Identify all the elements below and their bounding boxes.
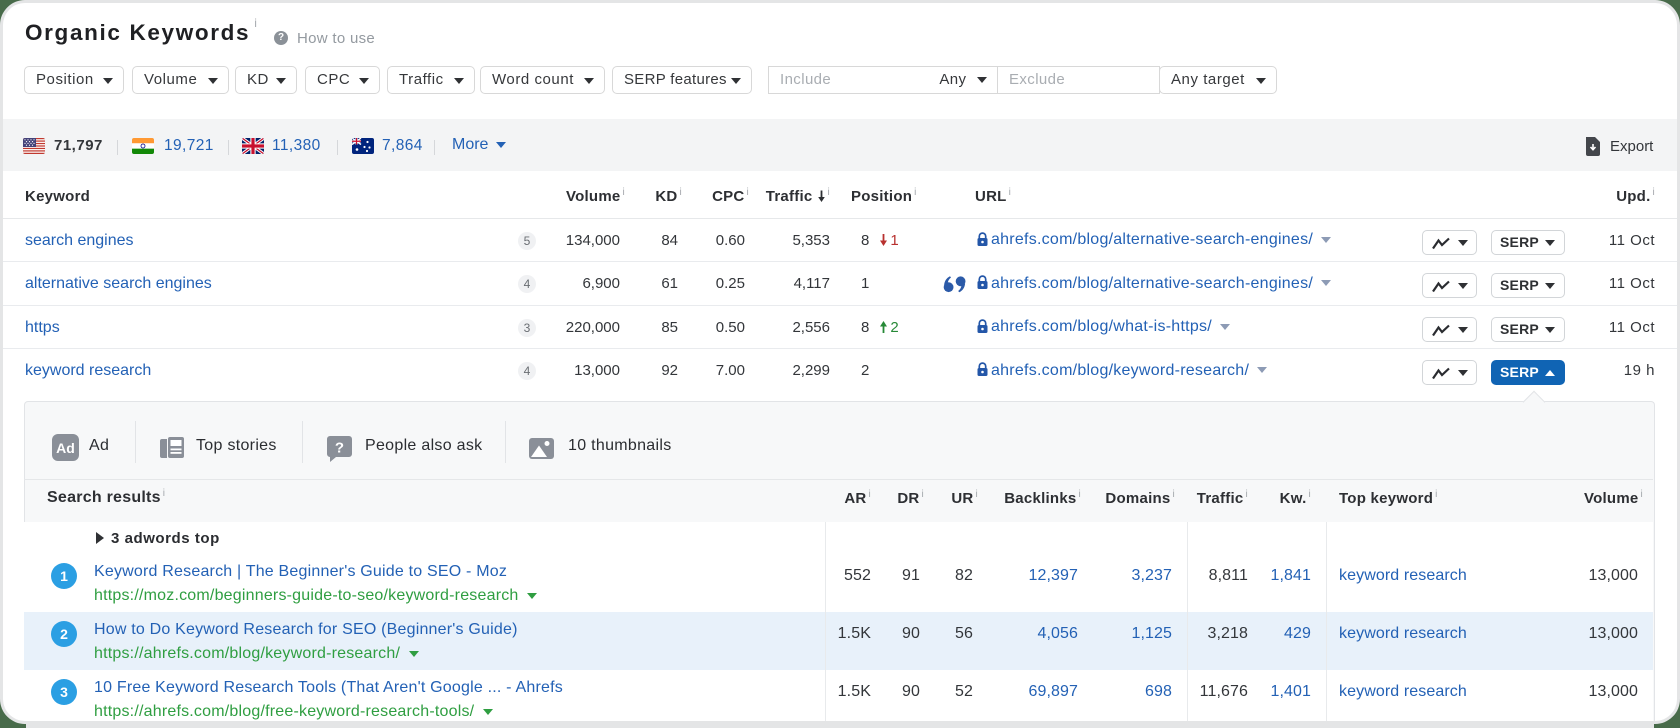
- svg-text:?: ?: [335, 440, 344, 457]
